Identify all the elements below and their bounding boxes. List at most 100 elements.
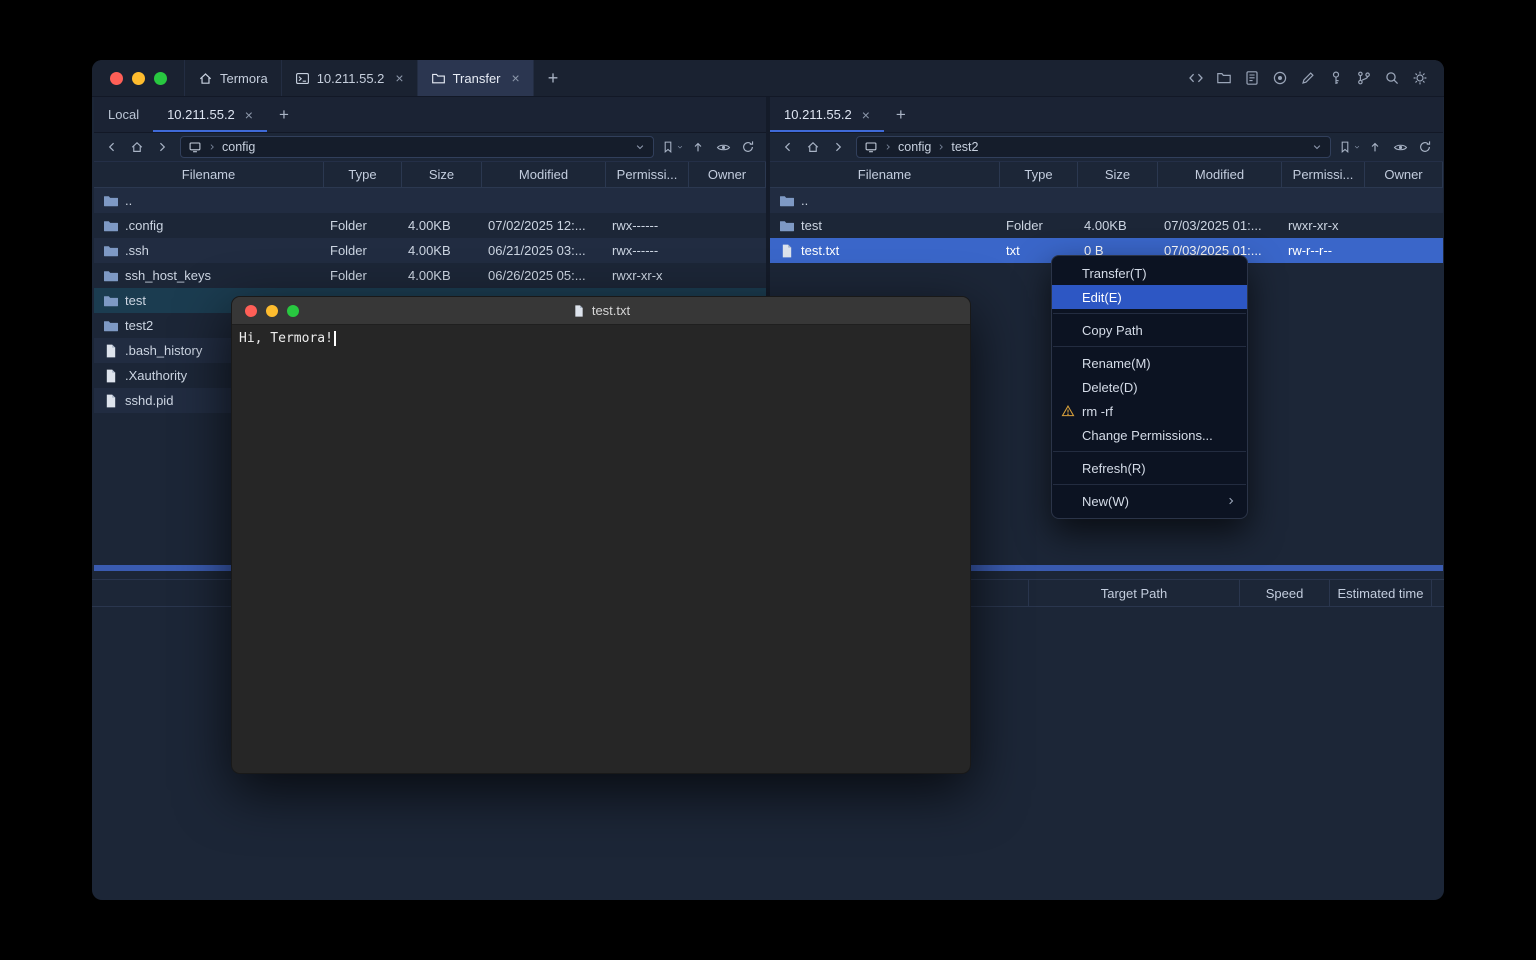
column-modified[interactable]: Modified (1158, 162, 1282, 187)
search-icon[interactable] (1384, 70, 1400, 86)
column-filename[interactable]: Filename (94, 162, 324, 187)
new-pane-tab-button[interactable]: + (884, 97, 918, 132)
minimize-window-button[interactable] (266, 305, 278, 317)
file-row[interactable]: ssh_host_keys Folder4.00KB06/26/2025 05:… (94, 263, 766, 288)
close-tab-icon[interactable]: × (862, 108, 870, 122)
column-modified[interactable]: Modified (482, 162, 606, 187)
path-breadcrumb[interactable]: config test2 (856, 136, 1331, 158)
menu-item-copy-path[interactable]: Copy Path (1052, 318, 1247, 342)
forward-icon (831, 140, 845, 154)
menu-item-edit[interactable]: Edit(E) (1052, 285, 1247, 309)
log-icon[interactable] (1244, 70, 1260, 86)
up-directory-button[interactable] (687, 136, 709, 158)
code-icon[interactable] (1188, 70, 1204, 86)
key-icon[interactable] (1328, 70, 1344, 86)
menu-item-delete[interactable]: Delete(D) (1052, 375, 1247, 399)
up-arrow-icon (1368, 140, 1382, 154)
file-name: test.txt (801, 243, 839, 258)
column-estimated-time[interactable]: Estimated time (1330, 580, 1432, 606)
editor-text-area[interactable]: Hi, Termora! (232, 325, 970, 352)
bookmark-icon (661, 140, 675, 154)
zoom-window-button[interactable] (287, 305, 299, 317)
path-segment[interactable]: config (222, 140, 255, 154)
file-name: .ssh (125, 243, 149, 258)
column-owner[interactable]: Owner (689, 162, 766, 187)
tab-remote-session[interactable]: 10.211.55.2 × (153, 97, 267, 132)
settings-gear-icon[interactable] (1412, 70, 1428, 86)
editor-titlebar[interactable]: test.txt (232, 297, 970, 325)
toggle-hidden-files-button[interactable] (1389, 136, 1411, 158)
chevron-down-icon[interactable] (1311, 141, 1323, 153)
file-name: .bash_history (125, 343, 202, 358)
column-size[interactable]: Size (402, 162, 482, 187)
bookmark-button[interactable] (661, 136, 684, 158)
file-name: test (125, 293, 146, 308)
folder-icon[interactable] (1216, 70, 1232, 86)
close-tab-icon[interactable]: × (245, 108, 253, 122)
refresh-button[interactable] (1414, 136, 1436, 158)
forward-button[interactable] (827, 136, 849, 158)
submenu-chevron-icon (1225, 495, 1237, 507)
menu-item-rm-rf[interactable]: rm -rf (1052, 399, 1247, 423)
column-filename[interactable]: Filename (770, 162, 1000, 187)
tab-ssh-session[interactable]: 10.211.55.2 × (282, 60, 418, 96)
path-segment[interactable]: config (898, 140, 931, 154)
new-tab-button[interactable]: + (534, 60, 573, 96)
column-permissions[interactable]: Permissi... (1282, 162, 1365, 187)
forward-button[interactable] (151, 136, 173, 158)
chevron-down-icon[interactable] (634, 141, 646, 153)
minimize-window-button[interactable] (132, 72, 145, 85)
tab-local[interactable]: Local (94, 97, 153, 132)
file-row[interactable]: test Folder4.00KB07/03/2025 01:...rwxr-x… (770, 213, 1443, 238)
column-size[interactable]: Size (1078, 162, 1158, 187)
file-name: ssh_host_keys (125, 268, 211, 283)
tab-label: 10.211.55.2 (784, 107, 852, 122)
column-type[interactable]: Type (1000, 162, 1078, 187)
file-row[interactable]: .. (94, 188, 766, 213)
file-row[interactable]: .. (770, 188, 1443, 213)
record-icon[interactable] (1272, 70, 1288, 86)
path-breadcrumb[interactable]: config (180, 136, 654, 158)
close-tab-icon[interactable]: × (512, 71, 520, 85)
refresh-button[interactable] (737, 136, 759, 158)
close-tab-icon[interactable]: × (395, 71, 403, 85)
home-button[interactable] (802, 136, 824, 158)
up-directory-button[interactable] (1364, 136, 1386, 158)
chevron-right-icon (883, 142, 893, 152)
file-icon (103, 393, 119, 409)
folder-icon (103, 243, 119, 259)
column-permissions[interactable]: Permissi... (606, 162, 689, 187)
home-button[interactable] (126, 136, 148, 158)
tab-label: 10.211.55.2 (317, 71, 385, 86)
file-name: .config (125, 218, 163, 233)
menu-item-refresh[interactable]: Refresh(R) (1052, 456, 1247, 480)
pencil-icon[interactable] (1300, 70, 1316, 86)
new-pane-tab-button[interactable]: + (267, 97, 301, 132)
toggle-hidden-files-button[interactable] (712, 136, 734, 158)
file-row[interactable]: .config Folder4.00KB07/02/2025 12:...rwx… (94, 213, 766, 238)
back-button[interactable] (101, 136, 123, 158)
menu-separator (1053, 484, 1246, 485)
bookmark-button[interactable] (1338, 136, 1361, 158)
close-window-button[interactable] (245, 305, 257, 317)
branch-icon[interactable] (1356, 70, 1372, 86)
column-speed[interactable]: Speed (1240, 580, 1330, 606)
column-owner[interactable]: Owner (1365, 162, 1443, 187)
chevron-right-icon (936, 142, 946, 152)
tab-transfer[interactable]: Transfer × (418, 60, 534, 96)
menu-item-new[interactable]: New(W) (1052, 489, 1247, 513)
eye-icon (716, 140, 731, 155)
tab-termora[interactable]: Termora (184, 60, 282, 96)
path-segment[interactable]: test2 (951, 140, 978, 154)
column-target-path[interactable]: Target Path (1028, 580, 1240, 606)
zoom-window-button[interactable] (154, 72, 167, 85)
file-name: .Xauthority (125, 368, 187, 383)
file-row[interactable]: .ssh Folder4.00KB06/21/2025 03:...rwx---… (94, 238, 766, 263)
back-button[interactable] (777, 136, 799, 158)
close-window-button[interactable] (110, 72, 123, 85)
menu-item-rename[interactable]: Rename(M) (1052, 351, 1247, 375)
tab-remote-session[interactable]: 10.211.55.2 × (770, 97, 884, 132)
menu-item-change-permissions[interactable]: Change Permissions... (1052, 423, 1247, 447)
menu-item-transfer[interactable]: Transfer(T) (1052, 261, 1247, 285)
column-type[interactable]: Type (324, 162, 402, 187)
